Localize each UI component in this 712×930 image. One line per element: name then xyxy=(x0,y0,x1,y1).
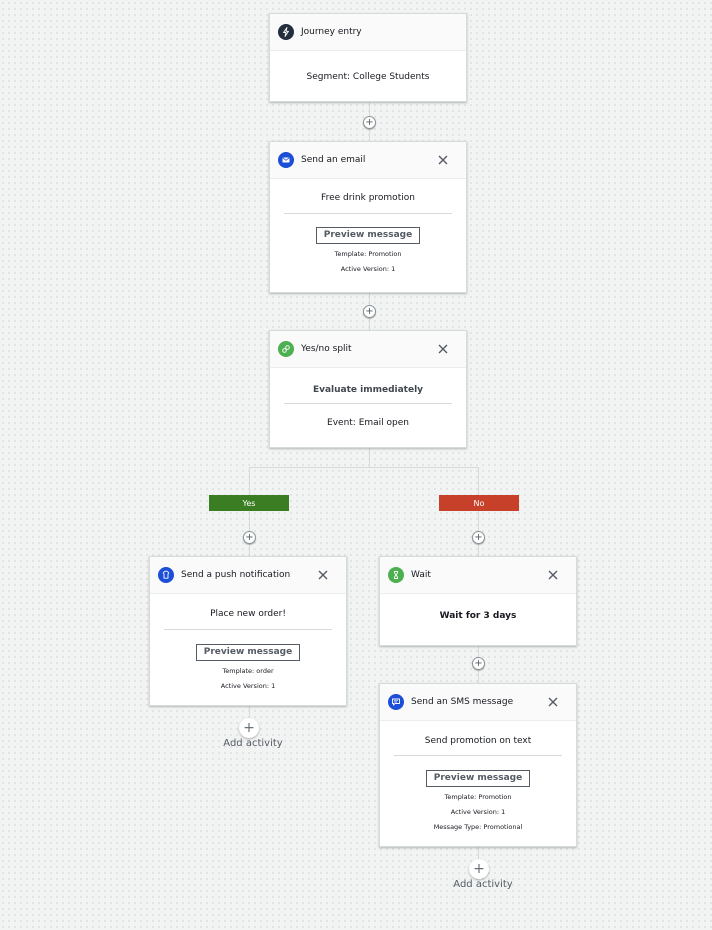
card-title: Send a push notification xyxy=(181,570,291,580)
active-version-label: Active Version: 1 xyxy=(450,808,506,816)
card-title: Journey entry xyxy=(301,27,362,37)
hourglass-icon xyxy=(388,567,404,583)
yes-no-split-card[interactable]: Yes/no split Evaluate immediately Event:… xyxy=(269,330,467,448)
close-icon[interactable] xyxy=(317,569,329,581)
send-sms-card[interactable]: Send an SMS message Send promotion on te… xyxy=(379,683,577,847)
add-activity-label[interactable]: Add activity xyxy=(223,738,282,749)
insert-activity-button[interactable]: + xyxy=(363,116,376,129)
card-header: Wait xyxy=(380,557,576,594)
preview-message-button[interactable]: Preview message xyxy=(316,227,420,244)
no-branch-text: No xyxy=(473,498,485,508)
card-title: Wait xyxy=(411,570,431,580)
template-label: Template: Promotion xyxy=(444,793,512,801)
evaluation-label: Evaluate immediately xyxy=(312,385,424,395)
plus-icon: + xyxy=(365,116,374,128)
journey-entry-card[interactable]: Journey entry Segment: College Students xyxy=(269,13,467,102)
split-icon xyxy=(278,341,294,357)
add-activity-label[interactable]: Add activity xyxy=(453,879,512,890)
connector-line xyxy=(369,447,370,467)
insert-activity-button[interactable]: + xyxy=(472,657,485,670)
preview-message-button[interactable]: Preview message xyxy=(196,644,300,661)
segment-label: Segment: College Students xyxy=(306,72,430,82)
yes-branch-label: Yes xyxy=(209,495,289,511)
connector-line xyxy=(249,467,479,468)
close-icon[interactable] xyxy=(547,569,559,581)
active-version-label: Active Version: 1 xyxy=(220,682,276,690)
template-label: Template: order xyxy=(222,667,274,675)
plus-icon: + xyxy=(474,657,483,669)
close-icon[interactable] xyxy=(547,696,559,708)
event-label: Event: Email open xyxy=(327,418,409,428)
add-activity-button[interactable]: + xyxy=(239,718,259,738)
card-title: Yes/no split xyxy=(301,344,352,354)
plus-icon: + xyxy=(243,720,255,736)
no-branch-label: No xyxy=(439,495,519,511)
card-header: Send an email xyxy=(270,142,466,179)
add-activity-button[interactable]: + xyxy=(469,859,489,879)
close-icon[interactable] xyxy=(437,343,449,355)
message-description: Send promotion on text xyxy=(424,736,532,746)
card-title: Send an SMS message xyxy=(411,697,514,707)
insert-activity-button[interactable]: + xyxy=(363,305,376,318)
plus-icon: + xyxy=(474,531,483,543)
chat-icon xyxy=(388,694,404,710)
card-header: Yes/no split xyxy=(270,331,466,368)
yes-branch-text: Yes xyxy=(242,498,256,508)
message-description: Place new order! xyxy=(210,609,286,619)
card-header: Journey entry xyxy=(270,14,466,51)
send-email-card[interactable]: Send an email Free drink promotion Previ… xyxy=(269,141,467,293)
envelope-icon xyxy=(278,152,294,168)
close-icon[interactable] xyxy=(437,154,449,166)
insert-activity-button-no[interactable]: + xyxy=(472,531,485,544)
card-header: Send a push notification xyxy=(150,557,346,594)
push-notification-card[interactable]: Send a push notification Place new order… xyxy=(149,556,347,706)
bell-icon xyxy=(158,567,174,583)
message-type-label: Message Type: Promotional xyxy=(433,823,523,831)
template-label: Template: Promotion xyxy=(334,250,402,258)
active-version-label: Active Version: 1 xyxy=(340,265,396,273)
preview-message-button[interactable]: Preview message xyxy=(426,770,530,787)
card-title: Send an email xyxy=(301,155,366,165)
lightning-icon xyxy=(278,24,294,40)
card-header: Send an SMS message xyxy=(380,684,576,721)
insert-activity-button-yes[interactable]: + xyxy=(243,531,256,544)
wait-card[interactable]: Wait Wait for 3 days xyxy=(379,556,577,646)
plus-icon: + xyxy=(245,531,254,543)
plus-icon: + xyxy=(365,305,374,317)
wait-duration: Wait for 3 days xyxy=(439,611,517,621)
message-description: Free drink promotion xyxy=(321,193,415,203)
plus-icon: + xyxy=(473,861,485,877)
